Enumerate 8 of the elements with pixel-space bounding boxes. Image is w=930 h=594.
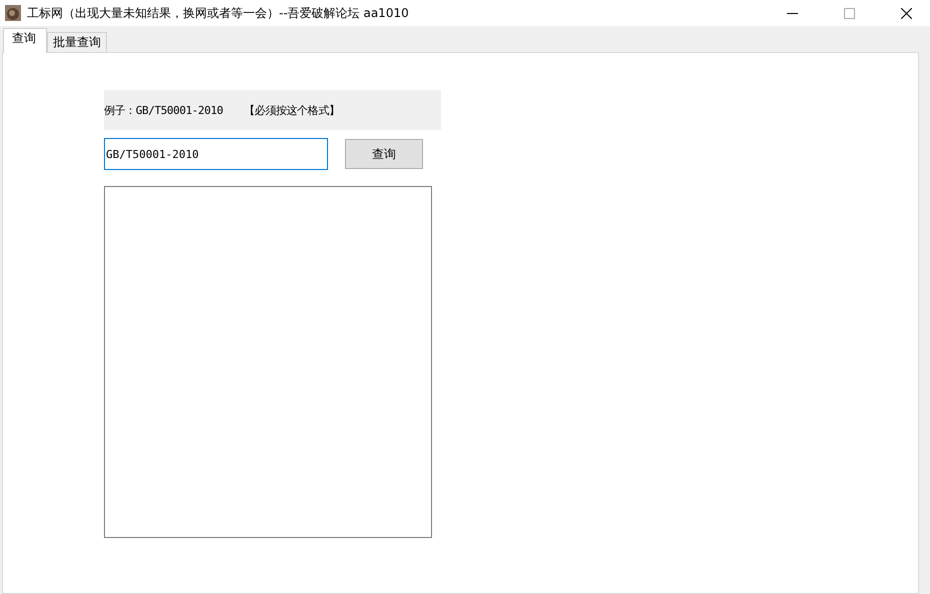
format-hint: 例子：GB/T50001-2010 【必须按这个格式】: [104, 90, 441, 130]
tab[interactable]: 批量查询: [47, 32, 107, 52]
query-button[interactable]: 查询: [345, 139, 423, 169]
query-field[interactable]: GB/T50001-2010: [104, 138, 328, 170]
tab[interactable]: 查询: [3, 28, 47, 53]
app-icon: [5, 5, 21, 21]
close-icon[interactable]: [901, 8, 912, 18]
window-title: 工标网（出现大量未知结果，换网或者等一会）--吾爱破解论坛 aa1010: [27, 4, 409, 22]
